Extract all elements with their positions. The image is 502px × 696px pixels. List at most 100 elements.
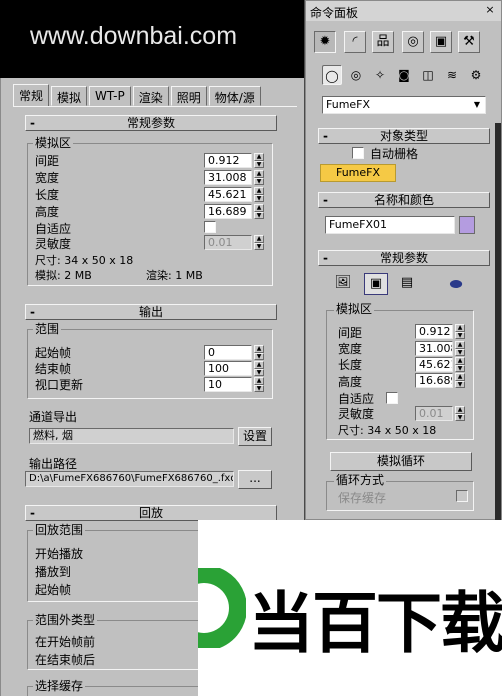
- group-label: 循环方式: [334, 473, 387, 487]
- image-icon[interactable]: 🖼: [334, 275, 352, 293]
- hierarchy-tab-icon[interactable]: 品: [372, 31, 394, 53]
- before-start-label: 在开始帧前: [35, 635, 96, 649]
- length-field[interactable]: 45.621: [204, 187, 252, 202]
- fumefx-create-button[interactable]: FumeFX: [320, 164, 396, 182]
- object-name-field[interactable]: FumeFX01: [325, 216, 455, 234]
- geometry-icon[interactable]: ◯: [322, 65, 342, 85]
- height-spinner[interactable]: ▲ ▼: [455, 373, 465, 388]
- rollout-title: 常规参数: [126, 116, 175, 130]
- chevron-down-icon: ▼: [473, 100, 481, 109]
- tab-wtp[interactable]: WT-P: [89, 86, 131, 106]
- command-panel-titlebar[interactable]: 命令面板: [306, 1, 501, 21]
- tab-objects-sources[interactable]: 物体/源: [208, 86, 261, 106]
- motion-tab-icon[interactable]: ◎: [402, 31, 424, 53]
- group-label: 模拟区: [334, 302, 375, 316]
- rollout-playback[interactable]: - 回放: [25, 505, 277, 521]
- spacing-spinner[interactable]: ▲ ▼: [254, 153, 264, 168]
- object-color-swatch[interactable]: [459, 216, 475, 234]
- length-spinner[interactable]: ▲ ▼: [455, 357, 465, 372]
- sim-loop-button[interactable]: 模拟循环: [330, 452, 472, 471]
- viewport-update-label: 视口更新: [35, 378, 84, 392]
- rollout-object-type[interactable]: - 对象类型: [318, 128, 490, 144]
- rollout-general-params[interactable]: - 常规参数: [25, 115, 277, 131]
- group-label: 范围: [33, 322, 62, 336]
- setup-button[interactable]: 设置: [238, 427, 272, 446]
- fumefx-logo-icon[interactable]: ⬬: [444, 275, 468, 293]
- viewport-update-field[interactable]: 10: [204, 377, 252, 392]
- adaptive-label: 自适应: [35, 222, 72, 236]
- save-cache-label: 保存缓存: [338, 491, 387, 505]
- group-label: 回放范围: [33, 523, 86, 537]
- height-field[interactable]: 16.689: [204, 204, 252, 219]
- tab-render[interactable]: 渲染: [132, 86, 169, 106]
- close-icon[interactable]: ×: [483, 4, 497, 18]
- collapse-icon: -: [30, 116, 35, 130]
- tab-simulation[interactable]: 模拟: [51, 86, 88, 106]
- width-field[interactable]: 31.008: [204, 170, 252, 185]
- height-label: 高度: [338, 375, 363, 389]
- rollout-output[interactable]: - 输出: [25, 304, 277, 320]
- width-label: 宽度: [338, 342, 363, 356]
- watermark-text: www.downbai.com: [30, 22, 238, 50]
- site-logo-text: 当百下载: [248, 585, 502, 662]
- end-frame-spinner[interactable]: ▲ ▼: [254, 361, 264, 376]
- panel-title: 命令面板: [310, 6, 359, 20]
- grid-size-text: 尺寸: 34 x 50 x 18: [35, 254, 134, 267]
- start-frame-spinner[interactable]: ▲ ▼: [254, 345, 264, 360]
- modify-tab-icon[interactable]: ◜: [344, 31, 366, 53]
- sensitivity-label: 灵敏度: [338, 407, 375, 421]
- display-tab-icon[interactable]: ▣: [430, 31, 452, 53]
- width-spinner[interactable]: ▲ ▼: [455, 341, 465, 356]
- length-spinner[interactable]: ▲ ▼: [254, 187, 264, 202]
- collapse-icon: -: [323, 251, 328, 265]
- lights-icon[interactable]: ✧: [370, 65, 390, 85]
- spacing-label: 间距: [338, 326, 363, 340]
- shapes-icon[interactable]: ◎: [346, 65, 366, 85]
- open-preview-icon[interactable]: ▤: [398, 275, 416, 293]
- rollout-name-color[interactable]: - 名称和颜色: [318, 192, 490, 208]
- render-memory-text: 渲染: 1 MB: [146, 269, 203, 282]
- spacing-field[interactable]: 0.912: [415, 324, 453, 339]
- width-field[interactable]: 31.008: [415, 341, 453, 356]
- panel-scrollbar[interactable]: [495, 123, 501, 521]
- cameras-icon[interactable]: ◙: [394, 65, 414, 85]
- channel-export-label: 通道导出: [29, 410, 78, 424]
- adaptive-checkbox[interactable]: [204, 221, 216, 233]
- systems-icon[interactable]: ⚙: [466, 65, 486, 85]
- command-panel: 命令面板 × ✹ ◜ 品 ◎ ▣ ⚒ ◯ ◎ ✧ ◙ ◫ ≋ ⚙ FumeFX …: [305, 0, 502, 521]
- start-frame-field[interactable]: 0: [204, 345, 252, 360]
- collapse-icon: -: [30, 305, 35, 319]
- spacewarps-icon[interactable]: ≋: [442, 65, 462, 85]
- rollout-general-params[interactable]: - 常规参数: [318, 250, 490, 266]
- tab-general[interactable]: 常规: [13, 84, 50, 107]
- sensitivity-spinner: ▲ ▼: [455, 406, 465, 421]
- end-frame-field[interactable]: 100: [204, 361, 252, 376]
- viewport-update-spinner[interactable]: ▲ ▼: [254, 377, 264, 392]
- height-spinner[interactable]: ▲ ▼: [254, 204, 264, 219]
- create-tab-icon[interactable]: ✹: [314, 31, 336, 53]
- sensitivity-field: 0.01: [415, 406, 453, 421]
- tab-illumination[interactable]: 照明: [170, 86, 207, 106]
- browse-button[interactable]: ...: [238, 470, 272, 489]
- spacing-field[interactable]: 0.912: [204, 153, 252, 168]
- collapse-icon: -: [323, 129, 328, 143]
- sensitivity-field: 0.01: [204, 235, 252, 250]
- length-label: 长度: [338, 358, 363, 372]
- category-dropdown[interactable]: FumeFX ▼: [322, 96, 486, 114]
- start-play-label: 开始播放: [35, 547, 84, 561]
- length-field[interactable]: 45.621: [415, 357, 453, 372]
- adaptive-checkbox[interactable]: [386, 392, 398, 404]
- helpers-icon[interactable]: ◫: [418, 65, 438, 85]
- height-field[interactable]: 16.689: [415, 373, 453, 388]
- utilities-tab-icon[interactable]: ⚒: [458, 31, 480, 53]
- channel-export-field: 燃料, 烟: [29, 428, 234, 444]
- adaptive-label: 自适应: [338, 392, 375, 406]
- sensitivity-spinner: ▲ ▼: [254, 235, 264, 250]
- width-label: 宽度: [35, 171, 60, 185]
- auto-grid-checkbox[interactable]: [352, 147, 364, 159]
- rollout-title: 对象类型: [379, 129, 428, 143]
- group-label: 选择缓存: [33, 679, 86, 693]
- width-spinner[interactable]: ▲ ▼: [254, 170, 264, 185]
- spacing-spinner[interactable]: ▲ ▼: [455, 324, 465, 339]
- grid-fit-icon[interactable]: ▣: [364, 273, 388, 295]
